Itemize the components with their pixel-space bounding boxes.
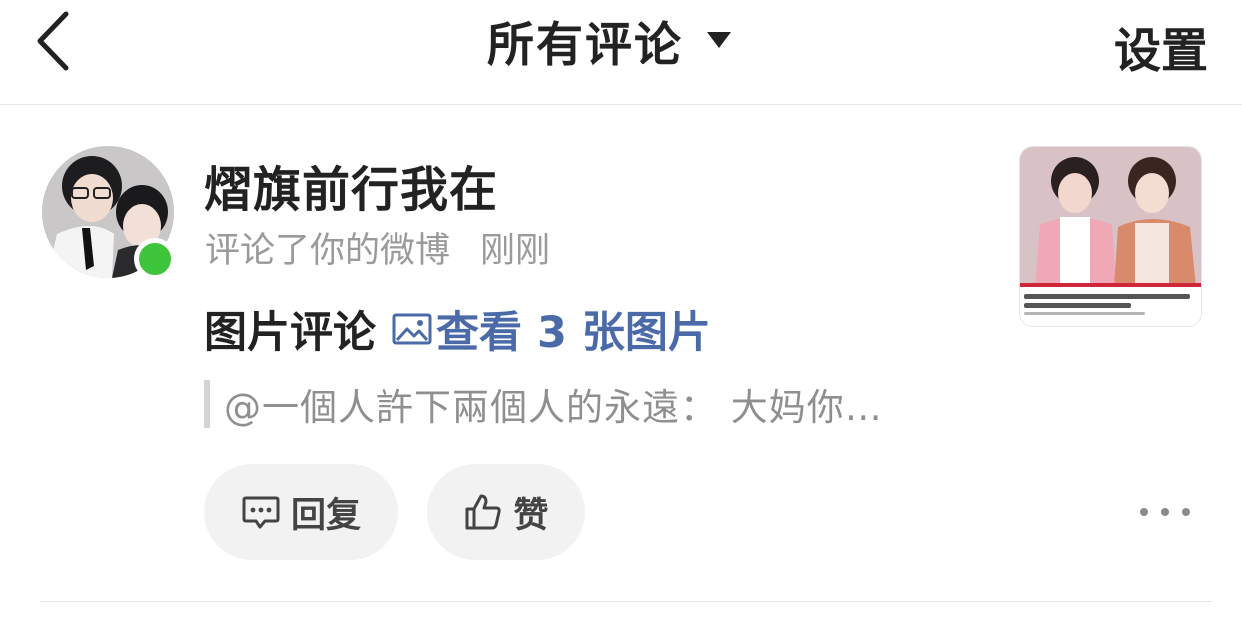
- view-images-label: 查看 3 张图片: [436, 308, 711, 358]
- view-images-link[interactable]: 查看 3 张图片: [392, 298, 711, 360]
- comment-meta: 评论了你的微博 刚刚: [205, 222, 550, 273]
- more-options-button[interactable]: [1140, 496, 1190, 528]
- post-thumbnail[interactable]: [1019, 146, 1202, 327]
- caption-line: [1024, 294, 1191, 299]
- caret-down-icon: [707, 32, 731, 48]
- caption-line: [1024, 312, 1146, 315]
- more-dot: [1140, 508, 1148, 516]
- reply-label: 回复: [290, 495, 361, 536]
- settings-button[interactable]: 设置: [1114, 12, 1208, 81]
- commenter-name[interactable]: 熠旗前行我在: [204, 150, 498, 220]
- like-button[interactable]: 赞: [427, 464, 585, 560]
- reply-button[interactable]: 回复: [204, 464, 398, 560]
- more-dot: [1182, 508, 1190, 516]
- image-icon: [392, 313, 432, 345]
- avatar-container: [42, 146, 176, 280]
- like-label: 赞: [513, 495, 549, 536]
- thumbnail-image: [1020, 147, 1201, 287]
- thumbs-up-icon: [465, 494, 502, 530]
- online-status-dot: [134, 238, 176, 280]
- chevron-left-icon: [37, 11, 69, 71]
- caption-line: [1024, 303, 1132, 308]
- top-nav-bar: 所有评论 设置: [0, 0, 1242, 105]
- comment-bubble-icon: [242, 496, 280, 529]
- more-dot: [1161, 508, 1169, 516]
- thumbnail-caption: [1020, 287, 1201, 326]
- divider: [40, 601, 1212, 602]
- back-button[interactable]: [30, 6, 80, 72]
- notification-page: 所有评论 设置 熠旗前行我在 评论了你的微博 刚刚 图片评论 查看 3 张图片 …: [0, 0, 1242, 640]
- comment-body: 图片评论 查看 3 张图片: [204, 300, 711, 358]
- quoted-post[interactable]: @一個人許下兩個人的永遠： 大妈你…: [204, 380, 883, 429]
- comment-time: 刚刚: [480, 231, 551, 271]
- nav-title: 所有评论: [487, 17, 683, 73]
- comment-text: 图片评论: [204, 308, 376, 358]
- comment-filter-dropdown[interactable]: 所有评论: [487, 8, 733, 73]
- action-text: 评论了你的微博: [205, 231, 451, 271]
